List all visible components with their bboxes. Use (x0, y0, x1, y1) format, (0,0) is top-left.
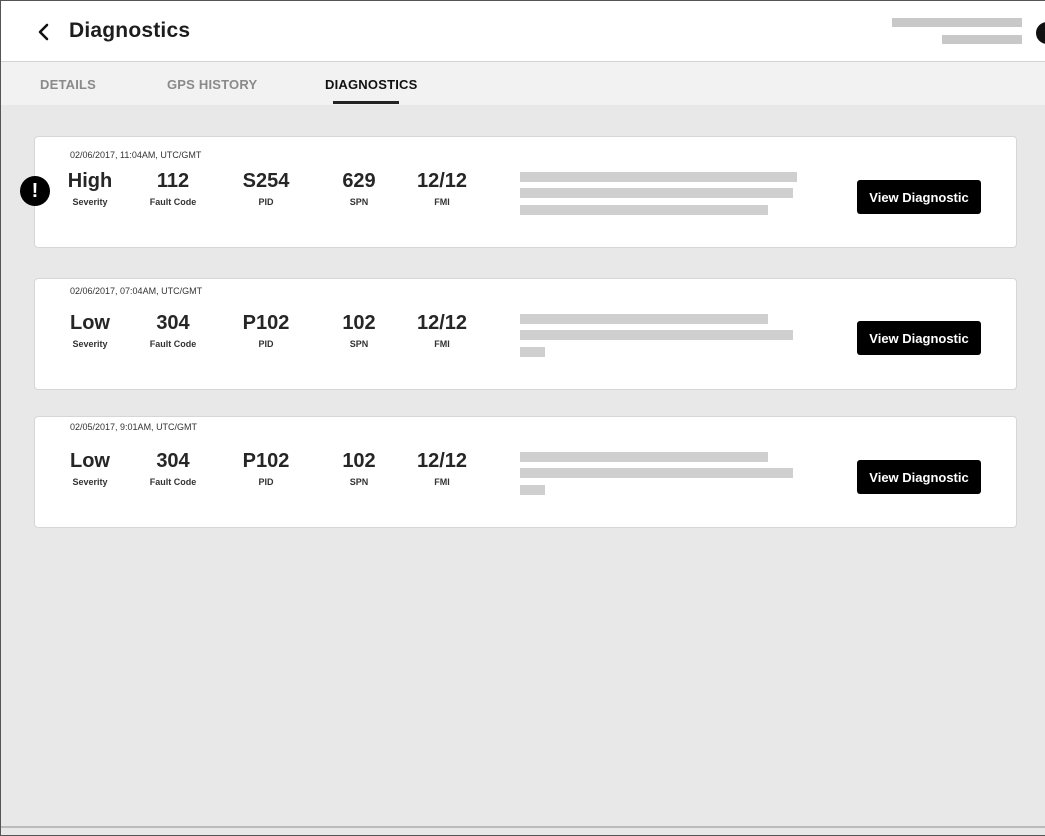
severity-field: Low Severity (55, 447, 125, 487)
fmi-field: 12/12 FMI (407, 309, 477, 349)
pid-field: P102 PID (231, 309, 301, 349)
spn-value: 102 (342, 312, 376, 334)
fault-code-value: 112 (156, 170, 190, 192)
severity-label: Severity (72, 477, 108, 487)
header-placeholder-bar (942, 35, 1022, 44)
app-header: Diagnostics (1, 1, 1045, 62)
fault-code-label: Fault Code (149, 477, 197, 487)
tab-gps-history[interactable]: GPS HISTORY (167, 77, 257, 92)
description-placeholder-bar (520, 347, 545, 357)
page-title: Diagnostics (69, 19, 191, 42)
view-diagnostic-button[interactable]: View Diagnostic (857, 460, 981, 494)
diagnostic-card: 02/06/2017, 11:04AM, UTC/GMT High Severi… (34, 136, 1017, 248)
severity-field: High Severity (55, 167, 125, 207)
severity-label: Severity (72, 197, 108, 207)
fmi-value: 12/12 (416, 170, 468, 192)
fault-code-field: 304 Fault Code (138, 447, 208, 487)
tab-bar: DETAILS GPS HISTORY DIAGNOSTICS (1, 62, 1045, 105)
chevron-left-icon[interactable] (34, 20, 54, 44)
spn-label: SPN (349, 339, 369, 349)
pid-label: PID (258, 197, 274, 207)
pid-label: PID (258, 477, 274, 487)
spn-value: 629 (342, 170, 376, 192)
description-placeholder-bar (520, 188, 793, 198)
spn-value: 102 (342, 450, 376, 472)
fault-code-field: 304 Fault Code (138, 309, 208, 349)
spn-field: 102 SPN (324, 447, 394, 487)
view-diagnostic-button[interactable]: View Diagnostic (857, 180, 981, 214)
spn-field: 629 SPN (324, 167, 394, 207)
description-placeholder-bar (520, 314, 768, 324)
description-placeholder-bar (520, 468, 793, 478)
pid-value: P102 (242, 312, 290, 334)
description-placeholder-bar (520, 172, 797, 182)
severity-value: High (67, 170, 113, 192)
alert-icon: ! (20, 176, 50, 206)
severity-label: Severity (72, 339, 108, 349)
diagnostic-card: 02/05/2017, 9:01AM, UTC/GMT Low Severity… (34, 416, 1017, 528)
fmi-value: 12/12 (416, 450, 468, 472)
fmi-value: 12/12 (416, 312, 468, 334)
spn-label: SPN (349, 197, 369, 207)
pid-value: P102 (242, 450, 290, 472)
pid-field: P102 PID (231, 447, 301, 487)
fault-code-value: 304 (156, 450, 190, 472)
spn-label: SPN (349, 477, 369, 487)
fmi-label: FMI (434, 477, 450, 487)
header-placeholder-bar (892, 18, 1022, 27)
active-tab-indicator (333, 101, 399, 104)
pid-field: S254 PID (231, 167, 301, 207)
tab-details[interactable]: DETAILS (40, 77, 96, 92)
severity-field: Low Severity (55, 309, 125, 349)
fmi-label: FMI (434, 339, 450, 349)
fault-code-label: Fault Code (149, 339, 197, 349)
fault-code-field: 112 Fault Code (138, 167, 208, 207)
description-placeholder-bar (520, 205, 768, 215)
tab-diagnostics[interactable]: DIAGNOSTICS (325, 77, 417, 92)
diagnostic-card: 02/06/2017, 07:04AM, UTC/GMT Low Severit… (34, 278, 1017, 390)
description-placeholder-bar (520, 485, 545, 495)
fmi-field: 12/12 FMI (407, 447, 477, 487)
fmi-field: 12/12 FMI (407, 167, 477, 207)
fault-code-label: Fault Code (149, 197, 197, 207)
view-diagnostic-button[interactable]: View Diagnostic (857, 321, 981, 355)
bottom-divider (0, 826, 1045, 828)
severity-value: Low (70, 312, 110, 334)
severity-value: Low (70, 450, 110, 472)
spn-field: 102 SPN (324, 309, 394, 349)
pid-label: PID (258, 339, 274, 349)
pid-value: S254 (242, 170, 290, 192)
fault-code-value: 304 (156, 312, 190, 334)
diagnostic-timestamp: 02/06/2017, 07:04AM, UTC/GMT (70, 286, 203, 296)
fmi-label: FMI (434, 197, 450, 207)
diagnostic-timestamp: 02/05/2017, 9:01AM, UTC/GMT (70, 422, 198, 432)
avatar-icon[interactable] (1036, 22, 1045, 44)
diagnostic-timestamp: 02/06/2017, 11:04AM, UTC/GMT (70, 150, 202, 160)
description-placeholder-bar (520, 452, 768, 462)
description-placeholder-bar (520, 330, 793, 340)
